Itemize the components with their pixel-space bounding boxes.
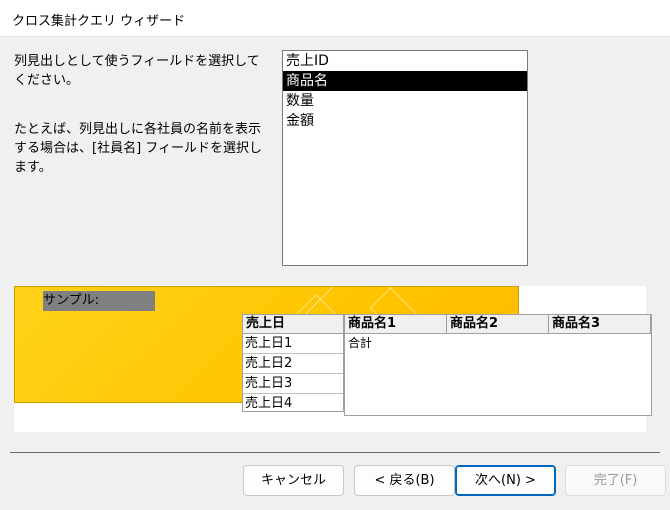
column-header-cell: 商品名3 (549, 315, 651, 333)
instruction-text: 列見出しとして使うフィールドを選択してください。 (14, 54, 260, 88)
sample-column-area: 商品名1 商品名2 商品名3 合計 (344, 314, 652, 416)
cancel-button[interactable]: キャンセル (243, 465, 344, 496)
field-listbox[interactable]: 売上ID 商品名 数量 金額 (282, 50, 528, 266)
sample-preview: サンプル: 売上日 売上日1 売上日2 売上日3 売上日4 商品名1 商品名2 … (14, 286, 652, 432)
back-button[interactable]: < 戻る(B) (354, 465, 455, 496)
column-header-cell: 商品名2 (447, 315, 549, 333)
example-text: たとえば、列見出しに各社員の名前を表示する場合は、[社員名] フィールドを選択し… (14, 122, 263, 175)
list-item[interactable]: 売上ID (283, 51, 527, 71)
list-item[interactable]: 金額 (283, 111, 527, 131)
total-cell: 合計 (348, 336, 373, 350)
next-button[interactable]: 次へ(N) > (455, 465, 556, 496)
list-item-selected[interactable]: 商品名 (283, 71, 527, 91)
sample-row-header-column: 売上日 売上日1 売上日2 売上日3 売上日4 (242, 314, 344, 412)
sample-label: サンプル: (43, 291, 155, 311)
finish-button[interactable]: 完了(F) (565, 465, 666, 496)
window-title: クロス集計クエリ ウィザード (12, 14, 186, 29)
row-header-cell: 売上日3 (243, 374, 343, 394)
column-header-row: 商品名1 商品名2 商品名3 (345, 315, 651, 334)
row-header-cell: 売上日2 (243, 354, 343, 374)
row-header-cell: 売上日1 (243, 334, 343, 354)
footer-separator (10, 452, 660, 453)
row-header-title: 売上日 (243, 315, 343, 334)
row-header-cell: 売上日4 (245, 396, 293, 411)
column-header-cell: 商品名1 (345, 315, 447, 333)
title-bar: クロス集計クエリ ウィザード (0, 0, 670, 37)
list-item[interactable]: 数量 (283, 91, 527, 111)
